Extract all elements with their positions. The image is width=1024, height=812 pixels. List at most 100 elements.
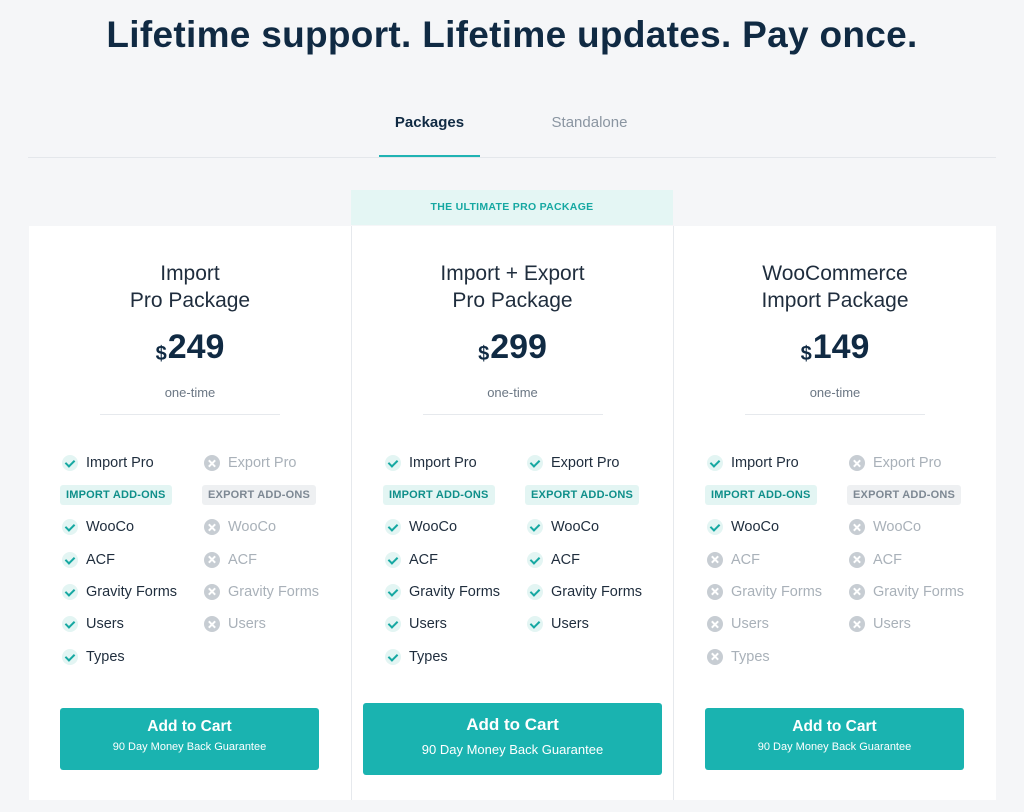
feature-label: Users	[551, 616, 589, 633]
feature-item: Users	[527, 608, 667, 640]
feature-label: Gravity Forms	[409, 583, 501, 600]
cross-icon	[849, 519, 865, 536]
check-icon	[527, 455, 543, 471]
package-title-line1: WooCommerce	[762, 262, 908, 285]
price-divider	[423, 414, 603, 415]
tabs-divider	[28, 157, 996, 158]
check-icon	[385, 551, 401, 568]
feature-item: Users	[62, 608, 202, 640]
tab-standalone[interactable]: Standalone	[539, 114, 640, 158]
feature-item: Import Pro	[62, 445, 202, 481]
feature-item: Gravity Forms	[849, 576, 989, 608]
feature-item: Export Pro	[849, 445, 989, 481]
feature-item: Gravity Forms	[62, 576, 202, 608]
check-icon	[385, 583, 401, 600]
feature-item: Users	[204, 608, 344, 640]
feature-item: ACF	[527, 543, 667, 575]
billing-note: one-time	[487, 385, 538, 400]
feature-label: Import Pro	[409, 455, 477, 471]
featured-ribbon: THE ULTIMATE PRO PACKAGE	[351, 190, 673, 225]
feature-item: WooCo	[204, 511, 344, 543]
feature-label: Gravity Forms	[873, 583, 965, 600]
feature-label: Gravity Forms	[731, 583, 823, 600]
price-currency: $	[800, 343, 812, 365]
feature-label: WooCo	[731, 519, 780, 536]
export-addons-badge: EXPORT ADD-ONS	[202, 485, 317, 505]
package-title-line2: Pro Package	[129, 289, 251, 312]
feature-item: ACF	[707, 543, 847, 575]
price-amount: 249	[167, 328, 225, 366]
add-to-cart-button[interactable]: Add to Cart 90 Day Money Back Guarantee	[363, 703, 662, 775]
package-title-line2: Import Package	[761, 289, 909, 312]
cross-icon	[707, 648, 723, 665]
guarantee-note: 90 Day Money Back Guarantee	[112, 741, 267, 753]
export-features: Export Pro EXPORT ADD-ONS WooCo ACF Gravity …	[847, 445, 989, 641]
check-icon	[385, 455, 401, 471]
cross-icon	[849, 551, 865, 568]
feature-item: Export Pro	[527, 445, 667, 481]
import-features: Import Pro IMPORT ADD-ONS WooCo ACF Gravity …	[383, 445, 525, 673]
cross-icon	[849, 455, 865, 471]
check-icon	[707, 519, 723, 536]
feature-item: Users	[385, 608, 525, 640]
check-icon	[62, 583, 78, 600]
check-icon	[62, 551, 78, 568]
cross-icon	[204, 583, 220, 600]
feature-label: Types	[86, 648, 125, 665]
guarantee-note: 90 Day Money Back Guarantee	[421, 742, 604, 757]
feature-label: ACF	[731, 551, 760, 568]
feature-item: ACF	[62, 543, 202, 575]
feature-label: ACF	[409, 551, 438, 568]
feature-label: ACF	[551, 551, 580, 568]
import-features: Import Pro IMPORT ADD-ONS WooCo ACF Gravity …	[60, 445, 202, 673]
feature-item: Gravity Forms	[707, 576, 847, 608]
feature-label: WooCo	[409, 519, 458, 536]
export-addons-badge: EXPORT ADD-ONS	[525, 485, 640, 505]
package-title: Import + Export Pro Package	[352, 260, 673, 314]
feature-label: WooCo	[86, 519, 135, 536]
add-to-cart-label: Add to Cart	[466, 715, 559, 734]
feature-item: ACF	[204, 543, 344, 575]
check-icon	[62, 519, 78, 536]
price-amount: 299	[490, 328, 547, 366]
cross-icon	[204, 551, 220, 568]
add-to-cart-button[interactable]: Add to Cart 90 Day Money Back Guarantee	[705, 708, 964, 770]
feature-label: Import Pro	[731, 455, 799, 471]
cross-icon	[204, 616, 220, 633]
cross-icon	[707, 551, 723, 568]
feature-label: WooCo	[228, 519, 277, 536]
feature-label: Users	[86, 616, 124, 633]
feature-item: Types	[62, 641, 202, 673]
check-icon	[385, 519, 401, 536]
feature-item: Export Pro	[204, 445, 344, 481]
feature-label: WooCo	[551, 519, 600, 536]
price-divider	[745, 414, 925, 415]
feature-label: Types	[731, 648, 770, 665]
feature-item: Gravity Forms	[385, 576, 525, 608]
feature-label: Import Pro	[86, 455, 154, 471]
cross-icon	[204, 519, 220, 536]
price: $299	[352, 328, 673, 367]
feature-item: Types	[707, 641, 847, 673]
add-to-cart-label: Add to Cart	[147, 718, 232, 735]
check-icon	[527, 616, 543, 633]
export-features: Export Pro EXPORT ADD-ONS WooCo ACF Gravity …	[525, 445, 667, 641]
feature-label: Export Pro	[551, 455, 620, 471]
cross-icon	[707, 616, 723, 633]
pricing-card-woocommerce-import: WooCommerce Import Package $149 one-time Imp…	[674, 226, 996, 800]
tab-packages[interactable]: Packages	[379, 114, 480, 158]
check-icon	[385, 616, 401, 633]
guarantee-note: 90 Day Money Back Guarantee	[757, 741, 912, 753]
add-to-cart-button[interactable]: Add to Cart 90 Day Money Back Guarantee	[60, 708, 319, 770]
cross-icon	[707, 583, 723, 600]
import-addons-badge: IMPORT ADD-ONS	[705, 485, 817, 505]
feature-item: ACF	[849, 543, 989, 575]
check-icon	[62, 616, 78, 633]
feature-item: Import Pro	[385, 445, 525, 481]
feature-item: ACF	[385, 543, 525, 575]
feature-label: Users	[731, 616, 769, 633]
feature-item: Gravity Forms	[204, 576, 344, 608]
check-icon	[527, 519, 543, 536]
check-icon	[62, 648, 78, 665]
package-title-line2: Pro Package	[452, 289, 573, 312]
